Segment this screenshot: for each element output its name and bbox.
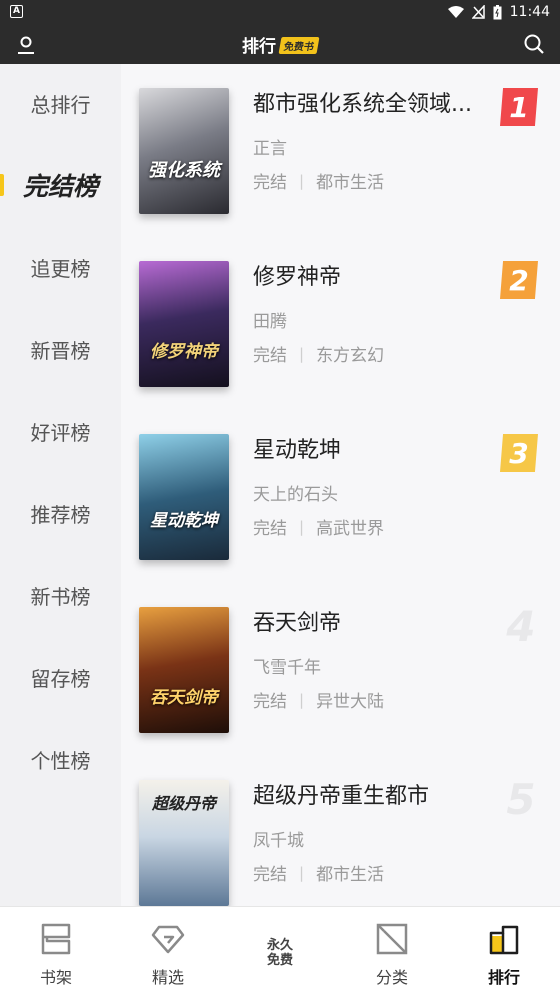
rank-badge: 3 — [500, 434, 538, 472]
nav-label: 书架 — [39, 968, 72, 987]
sidebar-item-rising[interactable]: 新晋榜 — [0, 319, 121, 379]
meta-separator: | — [299, 690, 305, 709]
sidebar-item-total[interactable]: 总排行 — [0, 73, 121, 133]
user-icon[interactable] — [14, 33, 38, 57]
nav-label: 排行 — [487, 968, 520, 987]
book-title: 吞天剑帝 — [253, 611, 342, 636]
bottom-navigation: 书架 精选 永久 免费 分类 排行 — [0, 906, 560, 995]
battery-icon — [493, 4, 502, 20]
book-title: 修罗神帝 — [253, 265, 342, 290]
ranking-icon — [489, 925, 519, 955]
nav-forever-free[interactable]: 永久 免费 — [224, 907, 336, 995]
book-author: 田腾 — [253, 312, 287, 332]
book-meta: 完结 | 都市生活 — [253, 860, 385, 886]
notification-a-icon: A — [10, 5, 23, 18]
wifi-icon — [447, 5, 464, 19]
book-cover: 吞天剑帝 — [139, 607, 229, 733]
book-meta: 完结 | 异世大陆 — [253, 687, 385, 713]
meta-separator: | — [299, 344, 305, 363]
book-list-item[interactable]: 强化系统 都市强化系统全领域... 正言 完结 | 都市生活 1 — [121, 64, 560, 234]
book-title: 都市强化系统全领域... — [253, 92, 472, 117]
nav-bookshelf[interactable]: 书架 — [0, 907, 112, 995]
book-title: 超级丹帝重生都市 — [253, 784, 430, 809]
category-icon — [376, 923, 408, 955]
search-icon[interactable] — [522, 32, 546, 56]
book-status: 完结 — [253, 865, 287, 885]
free-book-badge: 免费书 — [278, 36, 320, 54]
book-ranking-list: 强化系统 都市强化系统全领域... 正言 完结 | 都市生活 1 修罗神帝 修罗… — [121, 64, 560, 906]
book-meta: 完结 | 东方玄幻 — [253, 341, 385, 367]
book-author: 天上的石头 — [253, 485, 338, 505]
book-category: 高武世界 — [316, 519, 385, 539]
book-title: 星动乾坤 — [253, 438, 342, 463]
book-list-item[interactable]: 超级丹帝 超级丹帝重生都市 凤千城 完结 | 都市生活 5 — [121, 756, 560, 906]
book-status: 完结 — [253, 173, 287, 193]
book-category: 异世大陆 — [316, 692, 385, 712]
book-cover: 星动乾坤 — [139, 434, 229, 560]
sidebar-item-completed[interactable]: 完结榜 — [0, 155, 121, 215]
header-title-group: 排行 免费书 — [242, 24, 320, 64]
sidebar-item-recommended[interactable]: 推荐榜 — [0, 483, 121, 543]
sidebar-item-retention[interactable]: 留存榜 — [0, 647, 121, 707]
rank-badge: 2 — [500, 261, 538, 299]
book-status: 完结 — [253, 346, 287, 366]
nav-label: 精选 — [151, 968, 184, 987]
rank-badge: 1 — [500, 88, 538, 126]
sidebar-item-following[interactable]: 追更榜 — [0, 237, 121, 297]
meta-separator: | — [299, 863, 305, 882]
book-author: 凤千城 — [253, 831, 304, 851]
book-cover: 超级丹帝 — [139, 780, 229, 906]
status-bar: A 11:44 — [0, 0, 560, 24]
sidebar-item-top-rated[interactable]: 好评榜 — [0, 401, 121, 461]
ranking-category-sidebar: 总排行 完结榜 追更榜 新晋榜 好评榜 推荐榜 新书榜 留存榜 个性榜 — [0, 64, 121, 906]
diamond-icon — [151, 925, 185, 954]
book-category: 都市生活 — [316, 865, 385, 885]
nav-category[interactable]: 分类 — [336, 907, 448, 995]
rank-number: 4 — [506, 601, 536, 651]
book-author: 飞雪千年 — [253, 658, 321, 678]
no-signal-icon — [471, 5, 485, 19]
bookshelf-icon — [41, 923, 71, 955]
sidebar-item-new-books[interactable]: 新书榜 — [0, 565, 121, 625]
forever-free-badge: 永久 免费 — [264, 938, 296, 968]
clock-text: 11:44 — [509, 4, 550, 20]
book-status: 完结 — [253, 692, 287, 712]
book-list-item[interactable]: 吞天剑帝 吞天剑帝 飞雪千年 完结 | 异世大陆 4 — [121, 583, 560, 753]
book-meta: 完结 | 都市生活 — [253, 168, 385, 194]
nav-ranking[interactable]: 排行 — [448, 907, 560, 995]
nav-featured[interactable]: 精选 — [112, 907, 224, 995]
book-list-item[interactable]: 星动乾坤 星动乾坤 天上的石头 完结 | 高武世界 3 — [121, 410, 560, 580]
book-category: 都市生活 — [316, 173, 385, 193]
book-list-item[interactable]: 修罗神帝 修罗神帝 田腾 完结 | 东方玄幻 2 — [121, 237, 560, 407]
book-author: 正言 — [253, 139, 287, 159]
meta-separator: | — [299, 171, 305, 190]
book-cover: 修罗神帝 — [139, 261, 229, 387]
app-header: 排行 免费书 — [0, 24, 560, 64]
book-meta: 完结 | 高武世界 — [253, 514, 385, 540]
nav-label: 分类 — [375, 968, 408, 987]
meta-separator: | — [299, 517, 305, 536]
book-status: 完结 — [253, 519, 287, 539]
rank-number: 5 — [506, 774, 536, 824]
page-title: 排行 — [242, 36, 276, 57]
book-cover: 强化系统 — [139, 88, 229, 214]
book-category: 东方玄幻 — [316, 346, 385, 366]
sidebar-item-personal[interactable]: 个性榜 — [0, 729, 121, 789]
